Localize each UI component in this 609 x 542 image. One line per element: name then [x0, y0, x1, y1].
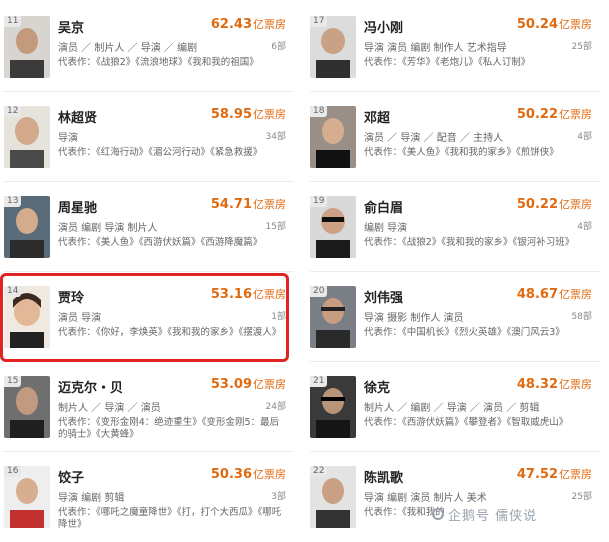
list-item[interactable]: 19 俞白眉 50.22亿票房 编剧 导演 4部 代表作：《战狼2》《我和我的家…: [306, 186, 606, 272]
roles-text: 制片人 ／ 编剧 ／ 导演 ／ 演员 ／ 剪辑: [364, 403, 540, 414]
avatar: 16: [4, 466, 50, 528]
roles-text: 导演 演员 编剧 制作人 艺术指导: [364, 43, 507, 54]
representative-works: 代表作：《哪吒之魔童降世》《打，打个大西瓜》《哪吒降世》: [58, 507, 282, 530]
roles-text: 导演: [58, 133, 78, 144]
rank-badge: 19: [310, 196, 328, 207]
rank-badge: 22: [310, 466, 328, 477]
person-name: 俞白眉: [364, 201, 404, 216]
rank-badge: 21: [310, 376, 328, 387]
avatar: 11: [4, 16, 50, 78]
person-name: 冯小刚: [364, 21, 404, 36]
representative-works: 代表作：《美人鱼》《我和我的家乡》《煎饼侠》: [364, 147, 559, 158]
divider: [4, 451, 294, 452]
box-office-amount: 54.71亿票房: [210, 197, 286, 212]
divider: [310, 361, 600, 362]
roles-text: 导演 编剧 剪辑: [58, 493, 125, 504]
list-item[interactable]: 22 陈凯歌 47.52亿票房 导演 编剧 演员 制片人 美术 25部 代表作：…: [306, 456, 606, 542]
rank-badge: 12: [4, 106, 22, 117]
representative-works: 代表作：《红海行动》《湄公河行动》《紧急救援》: [58, 147, 263, 158]
watermark-logo-icon: [432, 508, 444, 520]
film-count: 6部: [271, 42, 286, 52]
box-office-amount: 50.36亿票房: [210, 467, 286, 482]
list-item[interactable]: 21 徐克 48.32亿票房 制片人 ／ 编剧 ／ 导演 ／ 演员 ／ 剪辑 代…: [306, 366, 606, 452]
list-item[interactable]: 16 饺子 50.36亿票房 导演 编剧 剪辑 3部 代表作：《哪吒之魔童降世》…: [0, 456, 300, 542]
person-name: 刘伟强: [364, 291, 404, 306]
person-name: 陈凯歌: [364, 471, 404, 486]
list-item[interactable]: 18 邓超 50.22亿票房 演员 ／ 导演 ／ 配音 ／ 主持人 4部 代表作…: [306, 96, 606, 182]
film-count: 4部: [577, 222, 592, 232]
person-name: 吴京: [58, 21, 85, 36]
representative-works: 代表作：《战狼2》《我和我的家乡》《银河补习班》: [364, 237, 575, 248]
box-office-amount: 53.09亿票房: [210, 377, 286, 392]
person-name: 徐克: [364, 381, 391, 396]
avatar: 15: [4, 376, 50, 438]
representative-works: 代表作：《芳华》《老炮儿》《私人订制》: [364, 57, 531, 68]
roles-text: 导演 摄影 制作人 演员: [364, 313, 464, 324]
list-item[interactable]: 17 冯小刚 50.24亿票房 导演 演员 编剧 制作人 艺术指导 25部 代表…: [306, 6, 606, 92]
avatar: 17: [310, 16, 356, 78]
box-office-amount: 62.43亿票房: [210, 17, 286, 32]
rank-badge: 15: [4, 376, 22, 387]
film-count: 24部: [265, 402, 286, 412]
avatar: 18: [310, 106, 356, 168]
roles-text: 演员 ／ 导演 ／ 配音 ／ 主持人: [364, 133, 504, 144]
rank-badge: 16: [4, 466, 22, 477]
roles-text: 编剧 导演: [364, 223, 408, 234]
avatar: 12: [4, 106, 50, 168]
person-name: 饺子: [58, 471, 85, 486]
rank-badge: 17: [310, 16, 328, 27]
film-count: 3部: [271, 492, 286, 502]
divider: [4, 271, 294, 272]
box-office-amount: 47.52亿票房: [516, 467, 592, 482]
list-item[interactable]: 11 吴京 62.43亿票房 演员 ／ 制片人 ／ 导演 ／ 编剧 6部 代表作…: [0, 6, 300, 92]
highlight-box: [0, 273, 289, 362]
avatar: 20: [310, 286, 356, 348]
watermark: 企鹅号 儒侠说: [448, 509, 538, 524]
divider: [310, 91, 600, 92]
avatar: 21: [310, 376, 356, 438]
roles-text: 演员 ／ 制片人 ／ 导演 ／ 编剧: [58, 43, 198, 54]
film-count: 58部: [571, 312, 592, 322]
film-count: 25部: [571, 42, 592, 52]
person-name: 林超贤: [58, 111, 98, 126]
divider: [4, 91, 294, 92]
list-item[interactable]: 12 林超贤 58.95亿票房 导演 34部 代表作：《红海行动》《湄公河行动》…: [0, 96, 300, 182]
representative-works: 代表作：《战狼2》《流浪地球》《我和我的祖国》: [58, 57, 259, 68]
divider: [310, 181, 600, 182]
box-office-amount: 58.95亿票房: [210, 107, 286, 122]
representative-works: 代表作：《中国机长》《烈火英雄》《澳门风云3》: [364, 327, 565, 338]
film-count: 25部: [571, 492, 592, 502]
representative-works: 代表作：《变形金刚4：绝迹重生》《变形金刚5：最后的骑士》《大黄蜂》: [58, 417, 280, 440]
list-item[interactable]: 20 刘伟强 48.67亿票房 导演 摄影 制作人 演员 58部 代表作：《中国…: [306, 276, 606, 362]
person-name: 周星驰: [58, 201, 98, 216]
rank-badge: 18: [310, 106, 328, 117]
box-office-amount: 50.22亿票房: [516, 107, 592, 122]
film-count: 34部: [265, 132, 286, 142]
roles-text: 导演 编剧 演员 制片人 美术: [364, 493, 487, 504]
person-name: 迈克尔・贝: [58, 381, 124, 396]
roles-text: 制片人 ／ 导演 ／ 演员: [58, 403, 161, 414]
rank-badge: 20: [310, 286, 328, 297]
list-item[interactable]: 13 周星驰 54.71亿票房 演员 编剧 导演 制片人 15部 代表作：《美人…: [0, 186, 300, 272]
divider: [310, 271, 600, 272]
box-office-amount: 48.32亿票房: [516, 377, 592, 392]
box-office-amount: 50.22亿票房: [516, 197, 592, 212]
representative-works: 代表作：《美人鱼》《西游伏妖篇》《西游降魔篇》: [58, 237, 263, 248]
rank-badge: 14: [4, 286, 22, 297]
avatar: 13: [4, 196, 50, 258]
avatar: 22: [310, 466, 356, 528]
box-office-amount: 50.24亿票房: [516, 17, 592, 32]
person-name: 邓超: [364, 111, 391, 126]
film-count: 4部: [577, 132, 592, 142]
rank-badge: 11: [4, 16, 22, 27]
box-office-amount: 48.67亿票房: [516, 287, 592, 302]
divider: [310, 451, 600, 452]
film-count: 15部: [265, 222, 286, 232]
roles-text: 演员 编剧 导演 制片人: [58, 223, 158, 234]
list-item[interactable]: 15 迈克尔・贝 53.09亿票房 制片人 ／ 导演 ／ 演员 24部 代表作：…: [0, 366, 300, 452]
rank-badge: 13: [4, 196, 22, 207]
avatar: 19: [310, 196, 356, 258]
representative-works: 代表作：《西游伏妖篇》《攀登者》《智取威虎山》: [364, 417, 569, 428]
divider: [4, 181, 294, 182]
